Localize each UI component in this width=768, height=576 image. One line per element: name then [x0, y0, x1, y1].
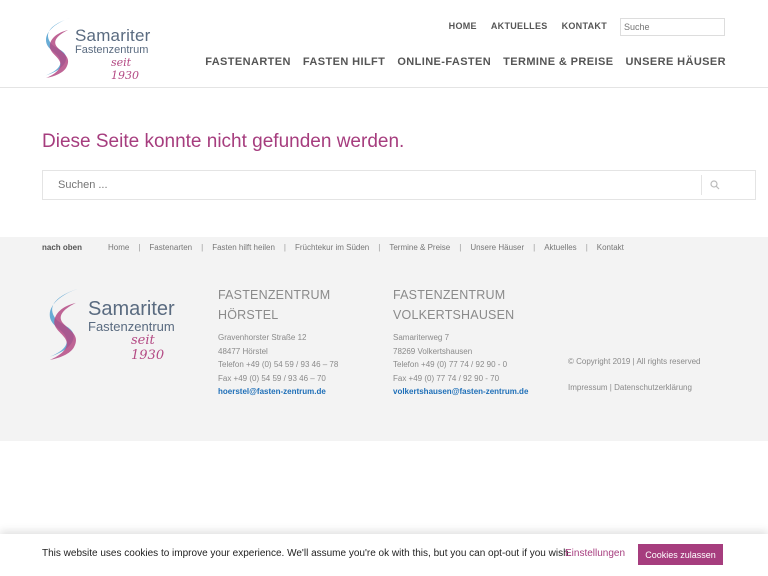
- center-street: Gravenhorster Straße 12: [218, 333, 307, 342]
- contact-hoerstel: FASTENZENTRUM HÖRSTEL Gravenhorster Straß…: [218, 285, 368, 399]
- center-street: Samariterweg 7: [393, 333, 450, 342]
- footer-brand-subtitle: Fastenzentrum: [88, 319, 175, 334]
- datenschutz-link[interactable]: Datenschutzerklärung: [614, 383, 692, 392]
- legal-divider: |: [609, 383, 612, 392]
- mainnav-fastenarten[interactable]: FASTENARTEN: [205, 56, 291, 68]
- cookie-accept-button[interactable]: Cookies zulassen: [638, 544, 723, 565]
- nav-divider: |: [201, 243, 204, 252]
- footer-nav-item[interactable]: Früchtekur im Süden: [295, 243, 369, 252]
- contact-volkertshausen: FASTENZENTRUM VOLKERTSHAUSEN Samariterweg…: [393, 285, 563, 399]
- cookie-text: This website uses cookies to improve you…: [42, 548, 572, 559]
- main-nav: FASTENARTEN FASTEN HILFT ONLINE-FASTEN T…: [205, 56, 726, 68]
- footer-nav-item[interactable]: Fastenarten: [149, 243, 192, 252]
- search-divider: [701, 175, 702, 195]
- center-title: FASTENZENTRUM VOLKERTSHAUSEN: [393, 288, 515, 322]
- mainnav-termine-preise[interactable]: TERMINE & PREISE: [503, 56, 613, 68]
- center-city: 78269 Volkertshausen: [393, 346, 473, 356]
- brand-since: seit 1930: [111, 56, 139, 82]
- brand-name: Samariter: [75, 26, 151, 45]
- cookie-settings-link[interactable]: Einstellungen: [565, 548, 625, 559]
- footer-nav-item[interactable]: Home: [108, 243, 129, 252]
- mainnav-online-fasten[interactable]: ONLINE-FASTEN: [397, 56, 491, 68]
- samariter-s-logo-mark: [44, 18, 70, 78]
- center-fax: Fax +49 (0) 77 74 / 92 90 - 70: [393, 373, 500, 383]
- copyright-text: © Copyright 2019 | All rights reserved: [568, 357, 701, 366]
- header-search-input[interactable]: [620, 18, 725, 36]
- cookie-banner: This website uses cookies to improve you…: [0, 534, 768, 576]
- search-icon[interactable]: [710, 180, 720, 190]
- page-title: Diese Seite konnte nicht gefunden werden…: [42, 131, 405, 152]
- site-header: Samariter Fastenzentrum seit 1930 HOME A…: [0, 0, 768, 88]
- impressum-link[interactable]: Impressum: [568, 383, 608, 392]
- legal-links: Impressum | Datenschutzerklärung: [568, 383, 692, 392]
- page-search-input[interactable]: [43, 171, 729, 199]
- mainnav-fasten-hilft[interactable]: FASTEN HILFT: [303, 56, 385, 68]
- footer-brand-since: seit 1930: [131, 333, 165, 363]
- center-city: 48477 Hörstel: [218, 346, 268, 356]
- top-nav: HOME AKTUELLES KONTAKT: [449, 21, 607, 31]
- center-phone: Telefon +49 (0) 77 74 / 92 90 - 0: [393, 360, 508, 370]
- topnav-home[interactable]: HOME: [449, 21, 477, 31]
- center-email-link[interactable]: volkertshausen@fasten-zentrum.de: [393, 387, 528, 396]
- mainnav-unsere-haeuser[interactable]: UNSERE HÄUSER: [625, 56, 726, 68]
- site-logo[interactable]: Samariter Fastenzentrum seit 1930: [42, 16, 157, 82]
- samariter-s-logo-mark: [47, 288, 79, 360]
- nav-divider: |: [138, 243, 141, 252]
- brand-subtitle: Fastenzentrum: [75, 44, 149, 56]
- nav-divider: |: [459, 243, 462, 252]
- back-to-top-link[interactable]: nach oben: [42, 243, 82, 252]
- page-search-bar: [42, 170, 756, 200]
- topnav-aktuelles[interactable]: AKTUELLES: [491, 21, 548, 31]
- footer-nav-item[interactable]: Termine & Preise: [389, 243, 450, 252]
- topnav-kontakt[interactable]: KONTAKT: [562, 21, 607, 31]
- nav-divider: |: [585, 243, 588, 252]
- center-phone: Telefon +49 (0) 54 59 / 93 46 – 78: [218, 360, 339, 370]
- footer-nav-item[interactable]: Unsere Häuser: [470, 243, 524, 252]
- nav-divider: |: [283, 243, 286, 252]
- nav-divider: |: [533, 243, 536, 252]
- footer-nav-item[interactable]: Aktuelles: [544, 243, 576, 252]
- footer-nav-item[interactable]: Kontakt: [597, 243, 624, 252]
- nav-divider: |: [378, 243, 381, 252]
- center-email-link[interactable]: hoerstel@fasten-zentrum.de: [218, 387, 326, 396]
- footer-logo: Samariter Fastenzentrum seit 1930: [45, 285, 185, 363]
- center-title: FASTENZENTRUM HÖRSTEL: [218, 288, 331, 322]
- footer-brand-name: Samariter: [88, 298, 175, 320]
- footer-nav: Home | Fastenarten | Fasten hilft heilen | …: [108, 243, 624, 252]
- center-fax: Fax +49 (0) 54 59 / 93 46 – 70: [218, 373, 326, 383]
- footer-nav-item[interactable]: Fasten hilft heilen: [212, 243, 275, 252]
